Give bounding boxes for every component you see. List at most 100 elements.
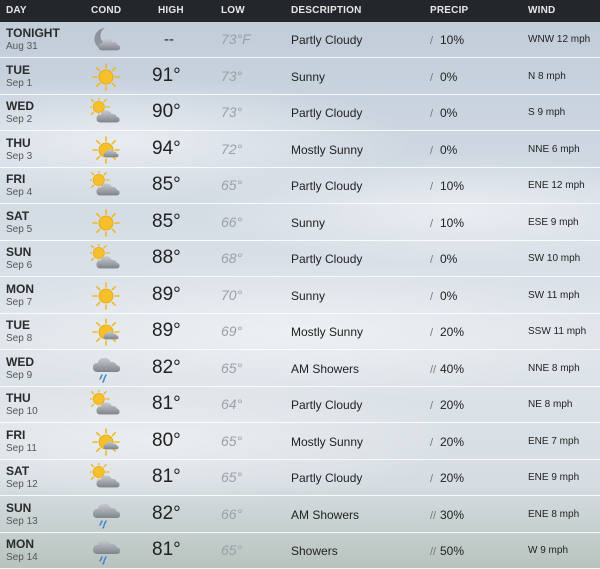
row-high: 85°	[152, 174, 181, 195]
showers-icon	[90, 536, 122, 566]
row-day: SAT	[6, 208, 30, 223]
row-high: --	[164, 31, 174, 48]
raindrop-icon: /	[430, 217, 434, 230]
raindrop-icon: /	[430, 254, 434, 266]
row-description: Partly Cloudy	[291, 33, 363, 47]
row-high: 82°	[152, 502, 181, 524]
row-precip-value: 0%	[440, 69, 458, 84]
mostly-sunny-icon	[90, 427, 122, 457]
mostly-sunny-icon	[90, 135, 122, 165]
row-description: Sunny	[291, 288, 326, 303]
row-low: 69°	[221, 323, 243, 339]
table-row: TONIGHT Aug 31 -- 73°F Partly Cloudy / 10% WNW …	[0, 22, 600, 58]
table-row: TUE Sep 1 91° 73° Sunny / 0% N 8 mph	[0, 59, 600, 95]
row-precip-value: 0%	[440, 252, 458, 266]
row-precip-value: 0%	[440, 106, 458, 120]
row-date: Sep 8	[6, 333, 33, 344]
row-day: TUE	[6, 62, 30, 77]
table-row: SUN Sep 13 82° 66° AM Showers //30% ENE 8 mph	[0, 497, 600, 533]
forecast-panel: DAY COND HIGH LOW DESCRIPTION PRECIP WIN…	[0, 0, 600, 569]
row-precip: / 10%	[430, 216, 464, 230]
row-description: AM Showers	[291, 507, 360, 522]
sun-icon	[90, 281, 122, 311]
row-low: 65°	[221, 359, 243, 376]
row-high: 90°	[152, 101, 181, 122]
row-low: 73°F	[221, 31, 251, 47]
row-date: Sep 10	[6, 406, 38, 417]
row-day: THU	[6, 135, 31, 150]
sun-icon	[90, 62, 122, 92]
header-wind: WIND	[528, 5, 556, 16]
table-row: FRI Sep 11 80° 65° Mostly Sunny / 20% ENE 7 mph	[0, 424, 600, 460]
row-low: 65°	[221, 542, 243, 558]
row-high: 85°	[152, 210, 181, 232]
row-precip: / 20%	[430, 471, 464, 485]
row-day: WED	[6, 354, 34, 369]
showers-icon	[90, 354, 122, 384]
partly-cloudy-icon	[90, 244, 122, 274]
row-precip-value: 20%	[440, 434, 465, 449]
row-day: MON	[6, 537, 34, 551]
row-precip: / 0%	[430, 70, 457, 84]
row-day: THU	[6, 391, 31, 405]
table-row: THU Sep 10 81° 64° Partly Cloudy / 20% NE 8 mph	[0, 387, 600, 423]
row-precip: //50%	[430, 544, 464, 558]
table-row: SAT Sep 5 85° 66° Sunny / 10% ESE 9 mph	[0, 205, 600, 241]
raindrop-icon: /	[430, 400, 434, 412]
row-wind: SW 10 mph	[528, 253, 581, 264]
row-wind: SSW 11 mph	[528, 326, 587, 337]
row-low: 73°	[221, 67, 243, 84]
header-precip: PRECIP	[430, 5, 469, 16]
header-low: LOW	[221, 5, 245, 16]
raindrop-icon: /	[430, 108, 434, 120]
row-date: Sep 3	[6, 150, 33, 162]
table-header: DAY COND HIGH LOW DESCRIPTION PRECIP WIN…	[0, 0, 600, 22]
row-high: 80°	[152, 429, 181, 451]
header-day: DAY	[6, 5, 27, 16]
row-day: FRI	[6, 427, 26, 442]
row-date: Sep 12	[6, 479, 38, 490]
row-precip-value: 10%	[440, 215, 465, 230]
partly-cloudy-icon	[90, 171, 122, 201]
raindrop-icon: /	[430, 35, 434, 47]
row-day: SUN	[6, 245, 32, 259]
row-precip-value: 20%	[440, 325, 465, 339]
row-day: WED	[6, 99, 34, 113]
row-low: 68°	[221, 250, 243, 266]
row-day: MON	[6, 281, 34, 296]
row-precip-value: 50%	[440, 544, 465, 558]
showers-icon	[90, 500, 122, 530]
row-description: Partly Cloudy	[291, 252, 363, 266]
row-wind: N 8 mph	[528, 70, 566, 82]
row-date: Sep 9	[6, 369, 33, 381]
row-low: 70°	[221, 286, 243, 303]
row-day: SAT	[6, 464, 30, 478]
row-precip-value: 20%	[440, 471, 465, 485]
row-low: 65°	[221, 177, 243, 193]
row-description: Partly Cloudy	[291, 471, 363, 485]
table-row: WED Sep 9 82° 65° AM Showers //40% NNE 8 mph	[0, 351, 600, 387]
partly-cloudy-icon	[90, 98, 122, 128]
row-precip-value: 10%	[440, 33, 465, 47]
raindrop-icon: //	[430, 509, 437, 522]
row-description: Partly Cloudy	[291, 106, 363, 120]
raindrop-icon: /	[430, 290, 434, 303]
row-description: Sunny	[291, 69, 326, 84]
row-low: 65°	[221, 432, 243, 449]
raindrop-icon: //	[430, 363, 437, 376]
row-low: 72°	[221, 140, 243, 157]
row-wind: W 9 mph	[528, 545, 569, 556]
row-description: Mostly Sunny	[291, 142, 364, 157]
raindrop-icon: /	[430, 327, 434, 339]
row-wind: ENE 12 mph	[528, 180, 585, 191]
header-high: HIGH	[158, 5, 184, 16]
mostly-sunny-icon	[90, 317, 122, 347]
partly-cloudy-icon	[90, 390, 122, 420]
row-high: 81°	[152, 393, 181, 414]
row-description: Mostly Sunny	[291, 434, 364, 449]
table-row: TUE Sep 8 89° 69° Mostly Sunny / 20% SSW 11 mph	[0, 314, 600, 350]
row-high: 91°	[152, 64, 181, 86]
row-precip: / 0%	[430, 289, 457, 303]
row-precip-value: 0%	[440, 288, 458, 303]
row-date: Sep 6	[6, 260, 33, 271]
